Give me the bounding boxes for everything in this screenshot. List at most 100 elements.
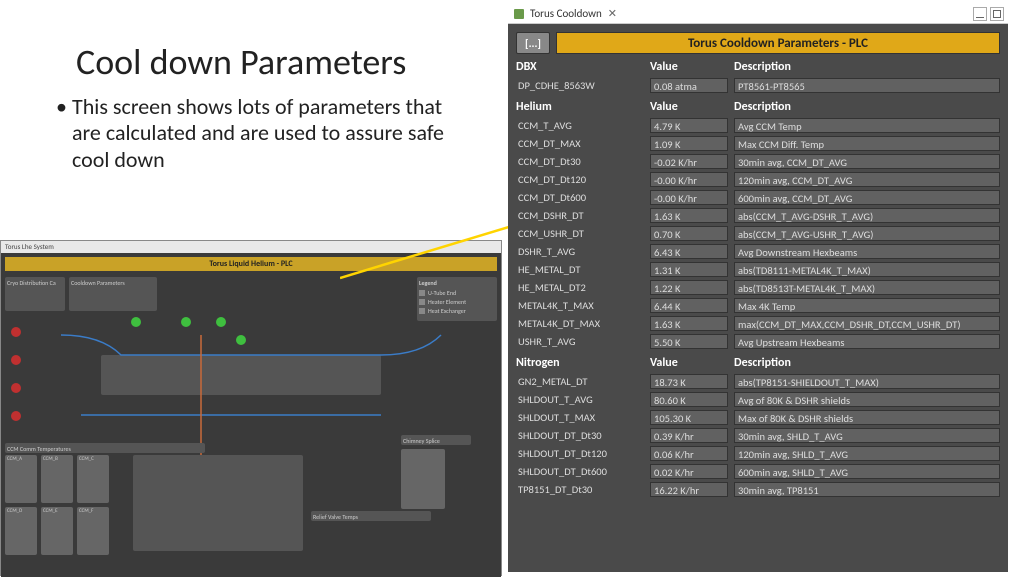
param-desc: abs(TD8111-METAL4K_T_MAX) bbox=[734, 262, 1000, 277]
param-desc: Avg CCM Temp bbox=[734, 118, 1000, 133]
param-desc: abs(CCM_T_AVG-USHR_T_AVG) bbox=[734, 226, 1000, 241]
param-desc: Avg of 80K & DSHR shields bbox=[734, 392, 1000, 407]
column-header-value: Value bbox=[650, 356, 734, 370]
param-name: SHLDOUT_DT_Dt30 bbox=[516, 429, 650, 442]
panel-body: [...] Torus Cooldown Parameters - PLC DB… bbox=[508, 24, 1008, 572]
param-value: 4.79 K bbox=[650, 118, 728, 133]
param-desc: Max CCM Diff. Temp bbox=[734, 136, 1000, 151]
parameter-row: CCM_DT_Dt30-0.02 K/hr 30min avg, CCM_DT_A… bbox=[516, 153, 1000, 170]
param-name: HE_METAL_DT bbox=[516, 263, 650, 276]
param-value: 6.44 K bbox=[650, 298, 728, 313]
parameter-row: CCM_DSHR_DT1.63 K abs(CCM_T_AVG-DSHR_T_AV… bbox=[516, 207, 1000, 224]
section: NitrogenValueDescription GN2_METAL_DT18.7… bbox=[516, 356, 1000, 498]
param-value: 6.43 K bbox=[650, 244, 728, 259]
param-name: GN2_METAL_DT bbox=[516, 375, 650, 388]
section-header: DBXValueDescription bbox=[516, 60, 1000, 74]
ccm-box: CCM_F bbox=[77, 507, 109, 555]
param-name: SHLDOUT_T_MAX bbox=[516, 411, 650, 424]
parameter-row: SHLDOUT_T_AVG80.60 K Avg of 80K & DSHR sh… bbox=[516, 391, 1000, 408]
parameter-row: DP_CDHE_8563W0.08 atma PT8561-PT8565 bbox=[516, 77, 1000, 94]
ccm-temps-header: CCM Comm Temperatures bbox=[5, 443, 205, 453]
plc-screenshot-thumbnail: Torus Lhe System Torus Liquid Helium - P… bbox=[0, 240, 502, 576]
bullet-item: This screen shows lots of parameters tha… bbox=[56, 94, 456, 173]
parameter-row: SHLDOUT_DT_Dt1200.06 K/hr120min avg, SHL… bbox=[516, 445, 1000, 462]
expand-button[interactable]: [...] bbox=[516, 32, 550, 54]
chimney-splice-header: Chimney Splice bbox=[401, 435, 471, 445]
ccm-box: CCM_B bbox=[41, 455, 73, 503]
param-value: 80.60 K bbox=[650, 392, 728, 407]
param-value: 5.50 K bbox=[650, 334, 728, 349]
app-icon bbox=[512, 7, 526, 21]
param-name: METAL4K_DT_MAX bbox=[516, 317, 650, 330]
param-name: USHR_T_AVG bbox=[516, 335, 650, 348]
param-desc: abs(TD8513T-METAL4K_T_MAX) bbox=[734, 280, 1000, 295]
param-name: SHLDOUT_T_AVG bbox=[516, 393, 650, 406]
param-name: CCM_DT_Dt120 bbox=[516, 173, 650, 186]
parameter-row: CCM_DT_Dt120-0.00 K/hr120min avg, CCM_DT… bbox=[516, 171, 1000, 188]
panel-header: [...] Torus Cooldown Parameters - PLC bbox=[516, 32, 1000, 54]
schematic-block bbox=[133, 455, 303, 551]
param-value: 18.73 K bbox=[650, 374, 728, 389]
parameter-row: GN2_METAL_DT18.73 K abs(TP8151-SHIELDOUT_… bbox=[516, 373, 1000, 390]
bullet-list: This screen shows lots of parameters tha… bbox=[40, 94, 508, 173]
section-header: NitrogenValueDescription bbox=[516, 356, 1000, 370]
section-header: HeliumValueDescription bbox=[516, 100, 1000, 114]
parameter-row: SHLDOUT_DT_Dt300.39 K/hr30min avg, SHLD_… bbox=[516, 427, 1000, 444]
panel-titlebar: Torus Cooldown ✕ bbox=[508, 4, 1008, 24]
param-name: DP_CDHE_8563W bbox=[516, 79, 650, 92]
param-name: DSHR_T_AVG bbox=[516, 245, 650, 258]
parameters-sections: DBXValueDescriptionDP_CDHE_8563W0.08 atm… bbox=[516, 60, 1000, 498]
parameter-row: HE_METAL_DT21.22 Kabs(TD8513T-METAL4K_T_… bbox=[516, 279, 1000, 296]
column-header-desc: Description bbox=[734, 100, 1000, 114]
param-value: 1.63 K bbox=[650, 316, 728, 331]
maximize-button[interactable] bbox=[990, 7, 1004, 21]
torus-cooldown-panel: Torus Cooldown ✕ [...] Torus Cooldown Pa… bbox=[508, 4, 1008, 572]
ccm-box: CCM_D bbox=[5, 507, 37, 555]
param-value: -0.00 K/hr bbox=[650, 190, 728, 205]
slide-content: Cool down Parameters This screen shows l… bbox=[0, 0, 508, 576]
param-name: CCM_T_AVG bbox=[516, 119, 650, 132]
relief-valve-header: Relief Valve Temps bbox=[311, 511, 431, 521]
param-value: 0.39 K/hr bbox=[650, 428, 728, 443]
param-desc: abs(CCM_T_AVG-DSHR_T_AVG) bbox=[734, 208, 1000, 223]
section-title: DBX bbox=[516, 60, 650, 74]
param-value: 0.70 K bbox=[650, 226, 728, 241]
param-desc: abs(TP8151-SHIELDOUT_T_MAX) bbox=[734, 374, 1000, 389]
param-value: 0.06 K/hr bbox=[650, 446, 728, 461]
thumb-gold-header: Torus Liquid Helium - PLC bbox=[5, 257, 497, 271]
slide-title: Cool down Parameters bbox=[40, 40, 508, 84]
parameter-row: DSHR_T_AVG6.43 K Avg Downstream Hexbeams bbox=[516, 243, 1000, 260]
param-value: 0.02 K/hr bbox=[650, 464, 728, 479]
parameter-row: CCM_T_AVG4.79 K Avg CCM Temp bbox=[516, 117, 1000, 134]
param-value: 0.08 atma bbox=[650, 78, 728, 93]
param-value: -0.00 K/hr bbox=[650, 172, 728, 187]
column-header-value: Value bbox=[650, 60, 734, 74]
param-desc: Avg Downstream Hexbeams bbox=[734, 244, 1000, 259]
section-title: Helium bbox=[516, 100, 650, 114]
param-desc: 30min avg, CCM_DT_AVG bbox=[734, 154, 1000, 169]
param-name: CCM_DT_Dt30 bbox=[516, 155, 650, 168]
ccm-box: CCM_A bbox=[5, 455, 37, 503]
parameter-row: USHR_T_AVG5.50 KAvg Upstream Hexbeams bbox=[516, 333, 1000, 350]
param-name: CCM_DT_MAX bbox=[516, 137, 650, 150]
param-value: 1.63 K bbox=[650, 208, 728, 223]
parameter-row: SHLDOUT_T_MAX105.30 KMax of 80K & DSHR s… bbox=[516, 409, 1000, 426]
param-desc: Max 4K Temp bbox=[734, 298, 1000, 313]
param-value: 1.09 K bbox=[650, 136, 728, 151]
thumb-body: Cryo Distribution Ca Cooldown Parameters… bbox=[1, 275, 501, 577]
param-desc: 120min avg, SHLD_T_AVG bbox=[734, 446, 1000, 461]
param-name: CCM_DSHR_DT bbox=[516, 209, 650, 222]
param-value: -0.02 K/hr bbox=[650, 154, 728, 169]
param-name: CCM_DT_Dt600 bbox=[516, 191, 650, 204]
parameter-row: CCM_DT_MAX1.09 K Max CCM Diff. Temp bbox=[516, 135, 1000, 152]
param-desc: PT8561-PT8565 bbox=[734, 78, 1000, 93]
column-header-value: Value bbox=[650, 100, 734, 114]
tab-close-icon[interactable]: ✕ bbox=[608, 7, 617, 20]
param-value: 1.31 K bbox=[650, 262, 728, 277]
minimize-button[interactable] bbox=[973, 7, 987, 21]
column-header-desc: Description bbox=[734, 356, 1000, 370]
param-name: SHLDOUT_DT_Dt600 bbox=[516, 465, 650, 478]
param-name: HE_METAL_DT2 bbox=[516, 281, 650, 294]
parameter-row: METAL4K_T_MAX6.44 KMax 4K Temp bbox=[516, 297, 1000, 314]
parameter-row: METAL4K_DT_MAX1.63 Kmax(CCM_DT_MAX,CCM_D… bbox=[516, 315, 1000, 332]
